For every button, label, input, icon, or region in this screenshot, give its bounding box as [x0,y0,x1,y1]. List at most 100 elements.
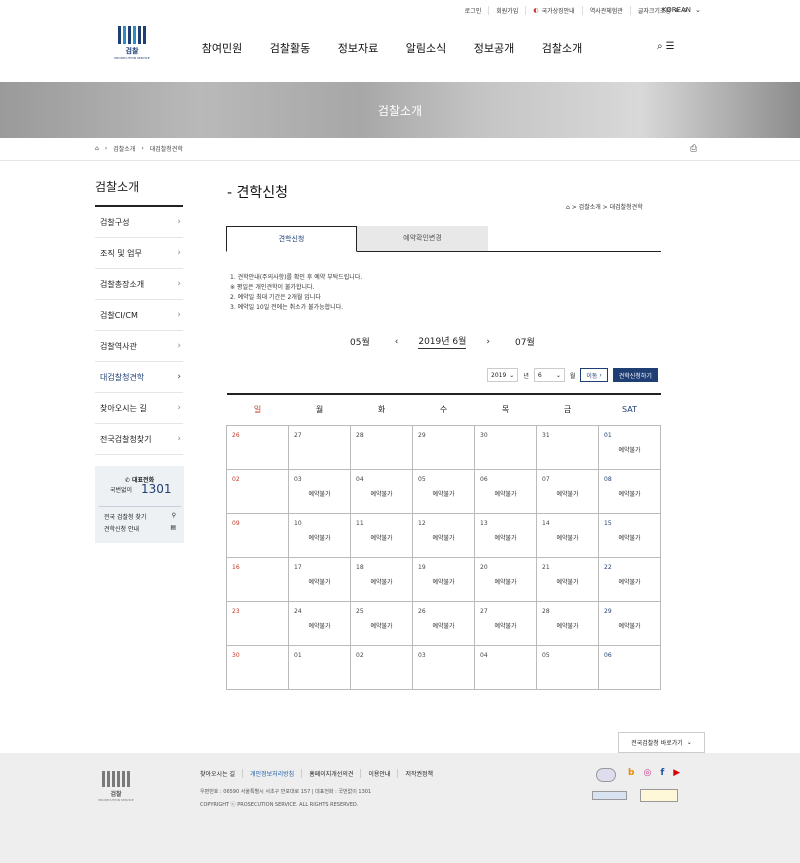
reservation-status: 예약불가 [618,490,641,498]
breadcrumb-item[interactable]: 대검찰청견학 [150,144,183,153]
hero-banner: 검찰소개 [0,82,800,138]
menu-icon[interactable]: ☰ [666,41,675,52]
calendar-day-cell[interactable]: 08 예약불가 [598,468,661,514]
weekday-6: SAT [598,393,661,426]
instagram-icon[interactable]: ◎ [643,768,651,778]
calendar-day-cell[interactable]: 18 예약불가 [350,556,413,602]
tab-apply[interactable]: 견학신청 [226,226,357,252]
youtube-icon[interactable]: ▶ [673,768,680,778]
calendar-day-cell[interactable]: 28 예약불가 [536,600,599,646]
reservation-status: 예약불가 [618,534,641,542]
sidebar-item[interactable]: 검찰CI/CM › [95,300,183,331]
breadcrumb-item[interactable]: 검찰소개 [113,144,135,153]
calendar-day-cell[interactable]: 05 예약불가 [412,468,475,514]
calendar-day-cell[interactable]: 17 예약불가 [288,556,351,602]
next-month-link[interactable]: 07월 [515,335,535,348]
calendar-day-cell[interactable]: 19 예약불가 [412,556,475,602]
month-select[interactable]: 6 ⌄ [533,368,565,382]
calendar-day-cell[interactable]: 14 예약불가 [536,512,599,558]
calendar-day-cell[interactable]: 07 예약불가 [536,468,599,514]
calendar-day-cell[interactable]: 27 예약불가 [474,600,537,646]
day-number: 30 [480,431,488,439]
calendar-day-cell[interactable]: 24 예약불가 [288,600,351,646]
calendar-day-cell: 30 [474,424,537,470]
notice-item: 2. 예약일 최대 기간은 2개월 입니다 [230,294,321,301]
sidebar-item[interactable]: 검찰구성 › [95,207,183,238]
calendar-day-cell[interactable]: 03 예약불가 [288,468,351,514]
nav-item[interactable]: 정보자료 [324,40,392,56]
home-icon[interactable]: ⌂ [566,204,570,211]
calendar-day-cell[interactable]: 11 예약불가 [350,512,413,558]
sidebar-item[interactable]: 검찰역사관 › [95,331,183,362]
history-hall-link[interactable]: 역사관체험관 [581,6,630,15]
footer-link-privacy[interactable]: 개인정보처리방침 [242,769,301,778]
blog-icon[interactable]: b [628,768,634,778]
national-symbol-link[interactable]: ◐ 국가상징안내 [525,6,581,15]
calendar-day-cell[interactable]: 20 예약불가 [474,556,537,602]
calendar-week: 09 10 예약불가 11 예약불가 12 예약불가 13 예약불가 14 예약불가 15 예약불가 [226,512,661,558]
sidebar-item[interactable]: 조직 및 업무 › [95,238,183,269]
sidebar-item[interactable]: 검찰총장소개 › [95,269,183,300]
calendar-day-cell[interactable]: 01 예약불가 [598,424,661,470]
facebook-icon[interactable]: f [660,768,664,778]
signup-link[interactable]: 회원가입 [488,6,525,15]
sidebar-item[interactable]: 전국검찰청찾기 › [95,424,183,455]
chevron-down-icon: ⌄ [695,6,701,14]
calendar-day-cell[interactable]: 10 예약불가 [288,512,351,558]
footer-link[interactable]: 저작권정책 [397,769,440,778]
sidebar-item[interactable]: 찾아오시는 길 › [95,393,183,424]
calendar-day-cell[interactable]: 22 예약불가 [598,556,661,602]
chevron-right-icon: › [177,279,181,289]
calendar-day-cell: 29 [412,424,475,470]
search-icon[interactable]: ⌕ [657,41,663,52]
sidebar-item-label: 검찰구성 [100,217,130,227]
chevron-right-icon[interactable]: › [486,337,490,347]
tab-reservation-check[interactable]: 예약확인변경 [357,226,488,251]
day-number: 23 [232,607,240,615]
calendar-day-cell[interactable]: 25 예약불가 [350,600,413,646]
prev-month-link[interactable]: 05월 [350,335,370,348]
reservation-status: 예약불가 [432,534,455,542]
nav-item[interactable]: 검찰소개 [528,40,596,56]
day-number: 15 [604,519,612,527]
language-select[interactable]: KOREAN ⌄ [662,6,701,14]
reservation-status: 예약불가 [556,490,579,498]
month-unit: 월 [569,372,576,380]
find-office-link[interactable]: 전국 검찰청 찾기 ⚲ [104,512,176,521]
nav-item[interactable]: 참여민원 [188,40,256,56]
calendar-day-cell[interactable]: 29 예약불가 [598,600,661,646]
print-icon[interactable]: ⎙ [690,144,697,154]
calendar-day-cell[interactable]: 04 예약불가 [350,468,413,514]
apply-button[interactable]: 견학신청하기 [612,368,658,382]
chevron-left-icon[interactable]: ‹ [395,337,399,347]
calendar-day-cell[interactable]: 21 예약불가 [536,556,599,602]
day-number: 17 [294,563,302,571]
reservation-status: 예약불가 [494,578,517,586]
calendar-table: 일 월 화 수 목 금 SAT 26 27 28 29 30 31 01 예약불가 02 03 예약불가 04 예약… [226,393,661,690]
nav-item[interactable]: 알림소식 [392,40,460,56]
login-link[interactable]: 로그인 [458,6,489,15]
calendar-day-cell[interactable]: 12 예약불가 [412,512,475,558]
day-number: 14 [542,519,550,527]
reservation-status: 예약불가 [556,534,579,542]
go-label: 이동 [586,372,598,380]
sidebar-item-label: 전국검찰청찾기 [100,434,152,444]
header-icons: ⌕ ☰ [657,41,675,52]
nav-item[interactable]: 검찰활동 [256,40,324,56]
home-icon[interactable]: ⌂ [95,145,99,152]
tour-guide-link[interactable]: 견학신청 안내 ▤ [104,524,176,533]
footer-link[interactable]: 홈페이지개선의견 [301,769,360,778]
quick-link-select[interactable]: 전국검찰청 바로가기 ⌄ [618,732,705,753]
nav-item[interactable]: 정보공개 [460,40,528,56]
reservation-status: 예약불가 [370,622,393,630]
calendar-day-cell[interactable]: 15 예약불가 [598,512,661,558]
go-button[interactable]: 이동 › [580,368,608,382]
calendar-day-cell[interactable]: 06 예약불가 [474,468,537,514]
site-logo[interactable]: 검찰 PROSECUTION SERVICE [110,26,154,66]
calendar-day-cell[interactable]: 13 예약불가 [474,512,537,558]
footer-link[interactable]: 찾아오시는 길 [200,769,242,778]
sidebar-item-active[interactable]: 대검찰청견학 › [95,362,183,393]
footer-link[interactable]: 이용안내 [360,769,397,778]
year-select[interactable]: 2019 ⌄ [487,368,519,382]
calendar-day-cell[interactable]: 26 예약불가 [412,600,475,646]
